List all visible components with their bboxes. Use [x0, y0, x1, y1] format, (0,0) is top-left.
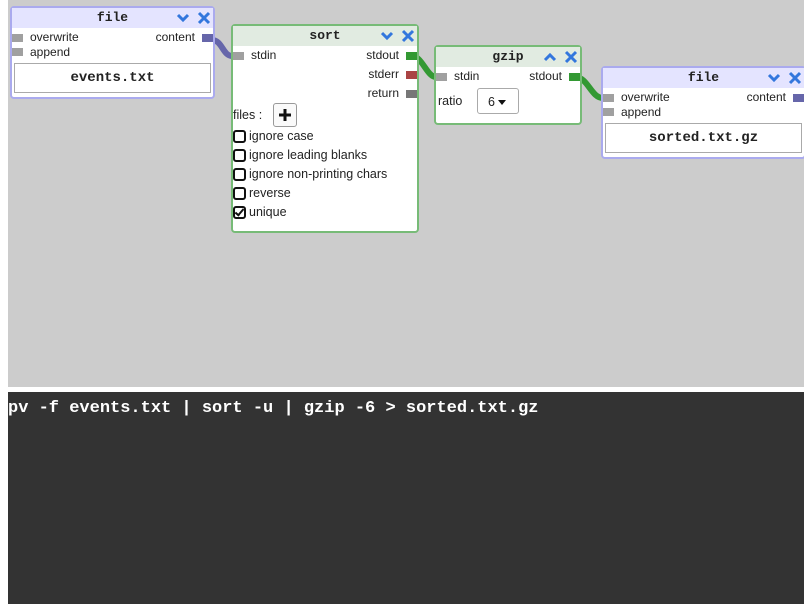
- overwrite-port[interactable]: [603, 94, 614, 102]
- content-label: content: [155, 30, 195, 44]
- checkbox-icon: [233, 149, 246, 162]
- option-ignore-case[interactable]: ignore case: [233, 127, 314, 146]
- add-file-button[interactable]: [273, 103, 297, 127]
- files-row: files :: [233, 103, 417, 127]
- option-label: ignore case: [249, 129, 314, 143]
- file-node-events[interactable]: file overwrite content append events.txt: [10, 6, 215, 99]
- sort-node-header[interactable]: sort: [233, 26, 417, 46]
- content-port[interactable]: [793, 94, 804, 102]
- chevron-down-icon[interactable]: [767, 71, 781, 85]
- wire-file-content-to-sort-stdin: [211, 37, 233, 59]
- sort-options: ignore case ignore leading blanks ignore…: [233, 127, 417, 227]
- sort-node[interactable]: sort stdin stdout stderr return files :: [231, 24, 419, 233]
- overwrite-port[interactable]: [12, 34, 23, 42]
- return-port[interactable]: [406, 90, 417, 98]
- file-node-header[interactable]: file: [603, 68, 804, 88]
- stdout-label: stdout: [366, 48, 399, 62]
- option-label: ignore leading blanks: [249, 148, 368, 162]
- command-line[interactable]: pv -f events.txt | sort -u | gzip -6 > s…: [8, 399, 539, 418]
- gzip-node-header[interactable]: gzip: [436, 47, 580, 67]
- chevron-down-icon[interactable]: [380, 29, 394, 43]
- plus-icon: [279, 109, 291, 121]
- ratio-value: 6: [488, 95, 495, 109]
- close-icon[interactable]: [788, 71, 802, 85]
- terminal-panel[interactable]: pv -f events.txt | sort -u | gzip -6 > s…: [8, 392, 804, 604]
- stderr-port[interactable]: [406, 71, 417, 79]
- append-port[interactable]: [12, 48, 23, 56]
- node-title: file: [687, 70, 720, 85]
- content-label: content: [746, 90, 786, 104]
- append-port[interactable]: [603, 108, 614, 116]
- caret-down-icon: [497, 100, 506, 106]
- port-row-return: return: [233, 84, 417, 103]
- port-row-stderr: stderr: [233, 65, 417, 84]
- port-row-append: append: [603, 105, 804, 119]
- file-node-header[interactable]: file: [12, 8, 213, 28]
- option-label: unique: [249, 205, 287, 219]
- ratio-label: ratio: [438, 94, 463, 108]
- close-icon[interactable]: [197, 11, 211, 25]
- stdin-port[interactable]: [233, 52, 244, 60]
- checkbox-icon: [233, 187, 246, 200]
- option-ignore-leading-blanks[interactable]: ignore leading blanks: [233, 146, 367, 165]
- chevron-down-icon[interactable]: [176, 11, 190, 25]
- append-label: append: [621, 105, 662, 119]
- pipeline-canvas[interactable]: file overwrite content append events.txt…: [8, 0, 804, 387]
- stdin-label: stdin: [251, 48, 277, 62]
- port-row-append: append: [12, 45, 213, 59]
- close-icon[interactable]: [564, 50, 578, 64]
- ratio-select[interactable]: 6: [477, 88, 519, 114]
- stdin-port[interactable]: [436, 73, 447, 81]
- ratio-row: ratio 6: [436, 86, 580, 118]
- chevron-up-icon[interactable]: [543, 50, 557, 64]
- return-label: return: [367, 86, 399, 100]
- node-title: file: [96, 10, 129, 25]
- files-label: files :: [233, 108, 263, 122]
- stdin-label: stdin: [454, 69, 480, 83]
- node-title: sort: [309, 28, 341, 43]
- filename-field[interactable]: sorted.txt.gz: [605, 123, 802, 153]
- append-label: append: [30, 45, 71, 59]
- stdout-label: stdout: [529, 69, 562, 83]
- stderr-label: stderr: [368, 67, 399, 81]
- close-icon[interactable]: [401, 29, 415, 43]
- stdout-port[interactable]: [406, 52, 417, 60]
- checkbox-checked-icon: [233, 206, 246, 219]
- port-row-stdin: stdin stdout: [436, 67, 580, 86]
- option-label: reverse: [249, 186, 291, 200]
- gzip-node[interactable]: gzip stdin stdout ratio 6: [434, 45, 582, 125]
- stdout-port[interactable]: [569, 73, 580, 81]
- option-label: ignore non-printing chars: [249, 167, 388, 181]
- port-row-stdin: stdin stdout: [233, 46, 417, 65]
- content-port[interactable]: [202, 34, 213, 42]
- node-title: gzip: [492, 49, 524, 64]
- checkbox-icon: [233, 130, 246, 143]
- option-ignore-non-printing[interactable]: ignore non-printing chars: [233, 165, 387, 184]
- file-node-sorted[interactable]: file overwrite content append sorted.txt…: [601, 66, 804, 159]
- checkbox-icon: [233, 168, 246, 181]
- option-reverse[interactable]: reverse: [233, 184, 291, 203]
- filename-field[interactable]: events.txt: [14, 63, 211, 93]
- option-unique[interactable]: unique: [233, 203, 287, 222]
